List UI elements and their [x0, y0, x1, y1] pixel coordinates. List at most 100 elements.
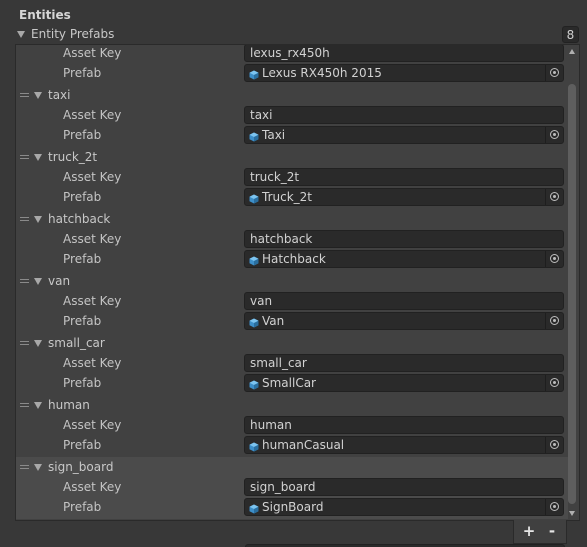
drag-handle-icon[interactable] [20, 279, 29, 283]
list-element[interactable]: sign_board Asset Key sign_board Prefab SignB… [16, 457, 568, 519]
prefab-object-field[interactable]: Hatchback [244, 250, 564, 268]
prefab-name: Taxi [262, 128, 286, 142]
vertical-scrollbar[interactable] [567, 47, 577, 518]
asset-key-input[interactable]: sign_board [244, 478, 564, 496]
prefab-cube-icon [249, 316, 259, 328]
scroll-thumb[interactable] [568, 84, 576, 504]
drag-handle-icon[interactable] [20, 341, 29, 345]
triangle-down-icon[interactable] [17, 31, 25, 38]
asset-key-input[interactable]: hatchback [244, 230, 564, 248]
remove-element-button[interactable]: - [541, 522, 563, 540]
entity-prefabs-list: Asset Key lexus_rx450h Prefab Lexus RX450h … [15, 44, 580, 521]
scroll-up-arrow-icon[interactable] [569, 49, 575, 54]
prefab-object-field[interactable]: Taxi [244, 126, 564, 144]
asset-key-row: Asset Key van [16, 291, 568, 311]
asset-key-row: Asset Key small_car [16, 353, 568, 373]
triangle-down-icon[interactable] [34, 340, 42, 347]
object-picker-icon[interactable] [545, 313, 563, 329]
picker-dot [553, 195, 556, 198]
prefab-object-field[interactable]: SmallCar [244, 374, 564, 392]
prefab-object-field[interactable]: humanCasual [244, 436, 564, 454]
drag-handle-icon[interactable] [20, 155, 29, 159]
object-picker-icon[interactable] [545, 437, 563, 453]
element-header[interactable]: human [16, 395, 568, 415]
element-header[interactable]: hatchback [16, 209, 568, 229]
triangle-down-icon[interactable] [34, 216, 42, 223]
prefab-label: Prefab [63, 438, 102, 452]
entity-prefabs-header[interactable]: Entity Prefabs 8 [16, 26, 579, 43]
asset-key-input[interactable]: truck_2t [244, 168, 564, 186]
list-label: Entity Prefabs [31, 27, 115, 41]
triangle-down-icon[interactable] [34, 278, 42, 285]
list-element[interactable]: human Asset Key human Prefab humanCasual [16, 395, 568, 457]
prefab-cube-icon [249, 378, 259, 390]
object-picker-icon[interactable] [545, 499, 563, 515]
prefab-name: Van [262, 314, 285, 328]
triangle-down-icon[interactable] [34, 92, 42, 99]
asset-key-label: Asset Key [63, 46, 122, 60]
prefab-cube-icon [249, 254, 259, 266]
prefab-object-field[interactable]: SignBoard [244, 498, 564, 516]
add-element-button[interactable]: + [518, 522, 540, 540]
triangle-down-icon[interactable] [34, 464, 42, 471]
object-picker-icon[interactable] [545, 251, 563, 267]
element-name: human [48, 398, 90, 412]
prefab-label: Prefab [63, 190, 102, 204]
prefab-object-field[interactable]: Truck_2t [244, 188, 564, 206]
list-count-field[interactable]: 8 [562, 26, 579, 43]
scroll-down-arrow-icon[interactable] [569, 511, 575, 516]
drag-handle-icon[interactable] [20, 217, 29, 221]
list-element[interactable]: van Asset Key van Prefab Van [16, 271, 568, 333]
prefab-name: Lexus RX450h 2015 [262, 66, 382, 80]
asset-key-input[interactable]: van [244, 292, 564, 310]
element-header[interactable]: van [16, 271, 568, 291]
picker-dot [553, 443, 556, 446]
prefab-label: Prefab [63, 252, 102, 266]
list-element[interactable]: small_car Asset Key small_car Prefab SmallCa… [16, 333, 568, 395]
drag-handle-icon[interactable] [20, 465, 29, 469]
picker-dot [553, 71, 556, 74]
prefab-row: Prefab SmallCar [16, 373, 568, 393]
element-header[interactable]: sign_board [16, 457, 568, 477]
drag-handle-icon[interactable] [20, 93, 29, 97]
element-header[interactable]: taxi [16, 85, 568, 105]
element-header[interactable]: small_car [16, 333, 568, 353]
object-picker-icon[interactable] [545, 189, 563, 205]
asset-key-input[interactable]: small_car [244, 354, 564, 372]
asset-key-input[interactable]: lexus_rx450h [244, 45, 564, 62]
picker-dot [553, 319, 556, 322]
asset-key-label: Asset Key [63, 418, 122, 432]
list-element[interactable]: hatchback Asset Key hatchback Prefab Hatchba… [16, 209, 568, 271]
prefab-cube-icon [249, 68, 259, 80]
triangle-down-icon[interactable] [34, 154, 42, 161]
prefab-name: SignBoard [262, 500, 324, 514]
asset-key-row: Asset Key sign_board [16, 477, 568, 497]
element-name: taxi [48, 88, 71, 102]
prefab-object-field[interactable]: Lexus RX450h 2015 [244, 64, 564, 82]
section-title: Entities [19, 8, 71, 22]
element-header[interactable]: truck_2t [16, 147, 568, 167]
picker-dot [553, 133, 556, 136]
object-picker-icon[interactable] [545, 127, 563, 143]
triangle-down-icon[interactable] [34, 402, 42, 409]
list-element[interactable]: Asset Key lexus_rx450h Prefab Lexus RX450h … [16, 45, 568, 85]
prefab-label: Prefab [63, 128, 102, 142]
asset-key-label: Asset Key [63, 232, 122, 246]
object-picker-icon[interactable] [545, 65, 563, 81]
object-picker-icon[interactable] [545, 375, 563, 391]
prefab-object-field[interactable]: Van [244, 312, 564, 330]
asset-key-row: Asset Key human [16, 415, 568, 435]
prefab-row: Prefab Truck_2t [16, 187, 568, 207]
prefab-name: humanCasual [262, 438, 345, 452]
drag-handle-icon[interactable] [20, 403, 29, 407]
asset-key-label: Asset Key [63, 170, 122, 184]
asset-key-input[interactable]: human [244, 416, 564, 434]
prefab-row: Prefab Lexus RX450h 2015 [16, 63, 568, 83]
asset-key-input[interactable]: taxi [244, 106, 564, 124]
list-element[interactable]: truck_2t Asset Key truck_2t Prefab Truck_2t [16, 147, 568, 209]
asset-key-label: Asset Key [63, 356, 122, 370]
prefab-cube-icon [249, 502, 259, 514]
asset-key-row: Asset Key lexus_rx450h [16, 45, 568, 63]
list-element[interactable]: taxi Asset Key taxi Prefab Taxi [16, 85, 568, 147]
list-rows: Asset Key lexus_rx450h Prefab Lexus RX450h … [16, 45, 568, 519]
